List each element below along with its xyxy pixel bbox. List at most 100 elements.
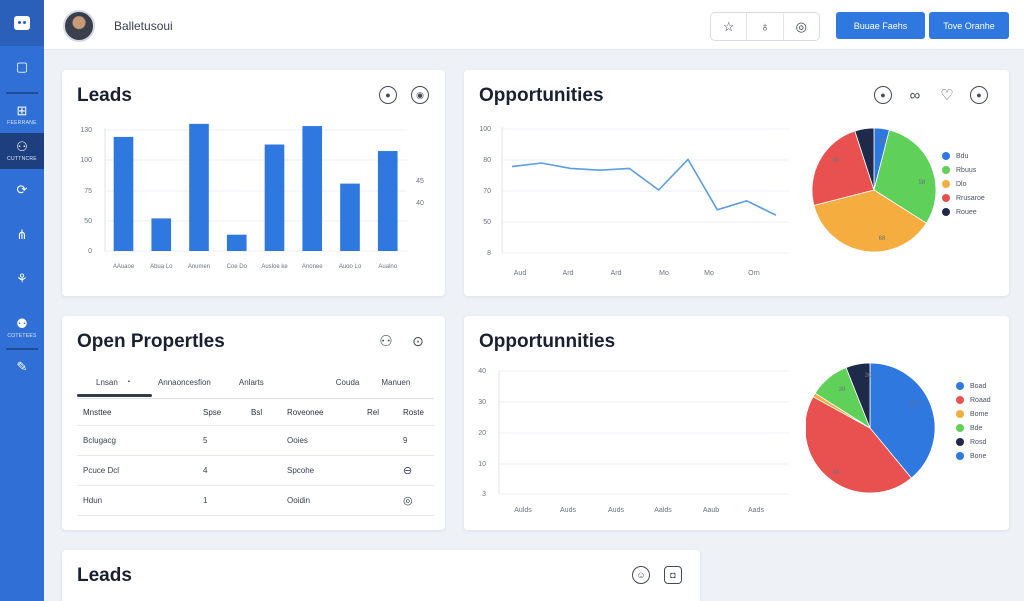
table-row[interactable]: Bclugacg 5 Ooies 9 [77, 426, 434, 456]
top-bar: Balletusoui ☆ ♁ ◎ Buuae Faehs Tove Oranh… [44, 0, 1024, 50]
legend-label: Boad [970, 382, 987, 390]
legend-item: Dlo [942, 180, 985, 188]
y-tick-label: 20 [478, 430, 486, 437]
legend-swatch [956, 438, 964, 446]
x-tick-label: AAuaoe [113, 264, 135, 270]
sidebar-item-label: CUTTNCRE [7, 156, 37, 162]
bar [264, 144, 285, 251]
pie-legend: Boad Roaad Bome Bde Rosd Bone [956, 382, 991, 460]
drop-icon[interactable]: ♁ [747, 13, 784, 40]
column-header[interactable]: Mnsttee [83, 408, 203, 417]
coin-icon[interactable]: ◎ [403, 494, 440, 507]
primary-button-2[interactable]: Tove Oranhe [929, 12, 1009, 39]
x-tick-label: Ard [563, 270, 574, 277]
lock-icon[interactable]: ⊖ [403, 464, 440, 477]
table-row[interactable]: Hdun 1 Ooidin ◎ [77, 486, 434, 516]
avatar[interactable] [63, 10, 95, 42]
leads-card-bottom: Leads ☺ ◘ [62, 550, 700, 601]
camera-icon[interactable]: ◘ [664, 566, 682, 584]
active-tab-indicator [77, 394, 152, 397]
bar [151, 218, 172, 251]
tree-icon: ⚘ [16, 271, 28, 286]
y-tick-label: 80 [483, 157, 491, 164]
primary-button-1[interactable]: Buuae Faehs [836, 12, 925, 39]
x-tick-label: Orn [748, 270, 760, 277]
slice-label: 30 [879, 139, 886, 145]
app-logo[interactable] [0, 0, 44, 46]
slice-label: 237 [909, 402, 920, 408]
grid-icon: ⊞ [16, 103, 28, 118]
sidebar-item-tree[interactable]: ⚘ [0, 272, 44, 286]
column-header[interactable]: Rel [367, 408, 403, 417]
column-header[interactable]: Spse [203, 408, 251, 417]
y-tick-label: 50 [84, 218, 92, 225]
x-tick-label: Mo [659, 270, 669, 277]
legend-label: Roaad [970, 396, 991, 404]
x-tick-label: Ard [611, 270, 622, 277]
coin-icon[interactable]: ◎ [784, 13, 819, 40]
legend-swatch [956, 396, 964, 404]
users-icon: ⚉ [16, 316, 28, 331]
tab-couda[interactable]: Couda [336, 378, 360, 387]
column-header[interactable]: Roveonee [287, 408, 367, 417]
legend-swatch [942, 166, 950, 174]
legend-label: Rosd [970, 438, 987, 446]
x-tick-label: Aalds [654, 507, 672, 514]
people-icon[interactable]: ⚇ [377, 332, 395, 350]
legend-swatch [956, 382, 964, 390]
legend-label: Bdu [956, 152, 969, 160]
logo-icon [14, 16, 30, 30]
legend-label: Rouee [956, 208, 977, 216]
y-tick-label: 100 [479, 126, 491, 133]
tab-leads[interactable]: Lnsan [96, 378, 118, 387]
card-title: Open Propertles [77, 331, 225, 352]
legend-label: Rbuus [956, 166, 977, 174]
chat-icon[interactable]: ♡ [938, 86, 956, 104]
opportunities-card-2: Opportunnities 3 10 20 30 40 Aulds Auds Auds Aal… [464, 316, 1009, 530]
column-header[interactable]: Bsl [251, 408, 287, 417]
sidebar-item-home[interactable]: ▢ [0, 60, 44, 74]
sidebar-item-network[interactable]: ⋔ [0, 228, 44, 242]
tab-announcements[interactable]: Annaoncesfion [158, 378, 211, 387]
link-icon[interactable]: ∞ [906, 86, 924, 104]
properties-table: Mnsttee Spse Bsl Roveonee Rel Roste Bclu… [77, 398, 434, 516]
tab-manuen[interactable]: Manuen [381, 378, 410, 387]
sidebar-item-users[interactable]: ⚉ COTETEES [0, 316, 44, 340]
table-row[interactable]: Pcuce Dcl 4 Spcohe ⊖ [77, 456, 434, 486]
opportunities-empty-chart: 3 10 20 30 40 Aulds Auds Auds Aalds Aaub Aads [478, 368, 789, 514]
x-tick-label: Aulds [514, 507, 532, 514]
smile-icon[interactable]: ☺ [632, 566, 650, 584]
sidebar-item-features[interactable]: ⊞ FEERRANE [0, 103, 44, 127]
target-icon[interactable]: ● [874, 86, 892, 104]
x-tick-label: Anonee [302, 264, 323, 270]
card-title: Leads [77, 565, 132, 586]
x-tick-label: Ausloe ke [261, 264, 288, 270]
y-tick-label: 130 [80, 127, 92, 134]
lock-icon[interactable]: ⊙ [409, 332, 427, 350]
x-tick-label: Abua Lo [150, 264, 173, 270]
column-header[interactable]: Roste [403, 408, 440, 417]
star-icon[interactable]: ☆ [711, 13, 748, 40]
target-icon[interactable]: ● [970, 86, 988, 104]
cell: 5 [203, 436, 208, 445]
sidebar-item-customers[interactable]: ⚇ CUTTNCRE [0, 133, 44, 169]
y-tick-label: 100 [80, 157, 92, 164]
legend-label: Bone [970, 452, 987, 460]
legend-item: Rbuus [942, 166, 985, 174]
tab-strip: Lnsan ▪ Annaoncesfion Anlarts Couda Manu… [77, 368, 445, 396]
slice-label: 48 [833, 470, 840, 476]
open-properties-card: Open Propertles ⚇ ⊙ Lnsan ▪ Annaoncesfio… [62, 316, 445, 530]
sidebar-item-cycle[interactable]: ⟳ [0, 183, 44, 197]
tab-alerts[interactable]: Anlarts [239, 378, 264, 387]
legend-label: Dlo [956, 180, 967, 188]
bar [302, 126, 323, 251]
legend-swatch [942, 152, 950, 160]
table-header: Mnsttee Spse Bsl Roveonee Rel Roste [77, 399, 434, 426]
slice-label: 58 [919, 180, 926, 186]
legend-swatch [956, 410, 964, 418]
side-label: 45 [416, 178, 424, 185]
sidebar-item-edit[interactable]: ✎ [0, 360, 44, 374]
network-icon: ⋔ [16, 227, 28, 242]
opportunities-line-chart: 8 50 70 80 100 Aud Ard Ard Mo Mo Orn [479, 126, 789, 277]
x-tick-label: Aud [514, 270, 527, 277]
